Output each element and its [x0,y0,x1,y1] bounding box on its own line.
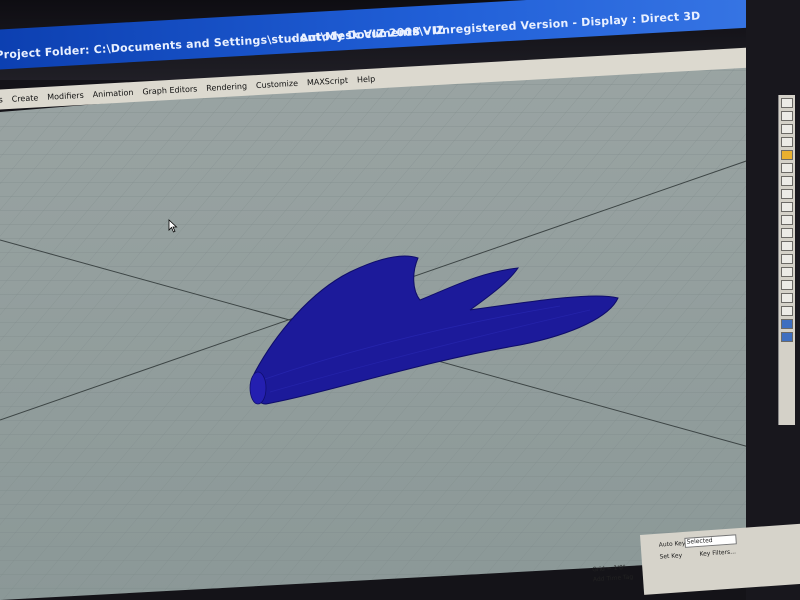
menu-item-modifiers[interactable]: Modifiers [47,90,84,101]
select-tool-icon[interactable] [781,98,793,108]
material-editor-icon[interactable] [781,293,793,303]
curve-editor-icon[interactable] [781,267,793,277]
auto-key-label[interactable]: Auto Key [659,540,686,549]
menu-item-customize[interactable]: Customize [256,78,298,89]
move-tool-icon[interactable] [781,137,793,147]
layer-icon[interactable] [781,254,793,264]
pivot-icon[interactable] [781,176,793,186]
render-setup-icon[interactable] [781,306,793,316]
menu-item-help[interactable]: Help [357,74,376,84]
schematic-icon[interactable] [781,280,793,290]
menu-item-rendering[interactable]: Rendering [206,81,247,92]
window-crossing-icon[interactable] [781,124,793,134]
angle-snap-icon[interactable] [781,202,793,212]
quick-render-icon[interactable] [781,332,793,342]
status-bar: Auto Key Selected Set Key Key Filters...… [592,523,800,595]
menu-item-edit-partial[interactable]: s [0,95,3,104]
mouse-cursor-icon [168,219,178,233]
snap-icon[interactable] [781,189,793,199]
menu-item-graph-editors[interactable]: Graph Editors [142,84,197,96]
render-frame-icon[interactable] [781,319,793,329]
command-toolbar [778,95,795,425]
percent-snap-icon[interactable] [781,215,793,225]
align-icon[interactable] [781,241,793,251]
monitor-screen: Project Folder: C:\Documents and Setting… [0,0,800,600]
set-key-label[interactable]: Set Key [659,552,682,561]
select-region-icon[interactable] [781,111,793,121]
scale-tool-icon[interactable] [781,163,793,173]
menu-item-create[interactable]: Create [11,93,38,103]
mirror-icon[interactable] [781,228,793,238]
key-filters-button[interactable]: Key Filters... [699,548,736,558]
menu-item-animation[interactable]: Animation [92,88,133,99]
menu-item-maxscript[interactable]: MAXScript [307,76,349,87]
rotate-tool-icon[interactable] [781,150,793,160]
